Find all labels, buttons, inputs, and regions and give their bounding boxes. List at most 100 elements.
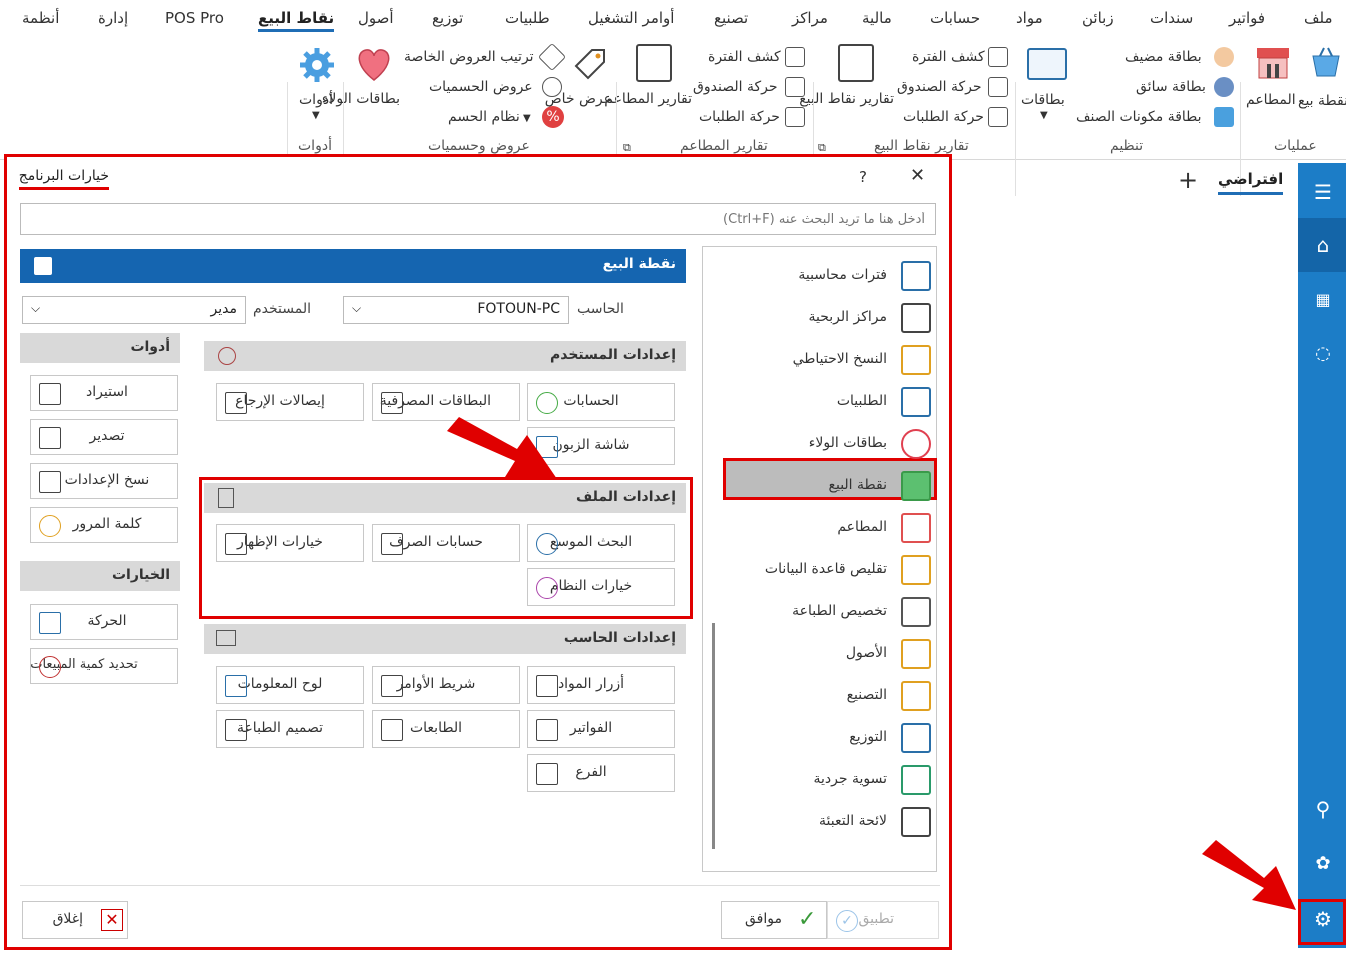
menu-file[interactable]: ملف	[1304, 9, 1333, 27]
category-item[interactable]: الطلبيات	[723, 385, 937, 419]
file-settings-title: إعدادات الملف	[575, 489, 676, 505]
user-select[interactable]: مدير ⌵	[22, 296, 246, 324]
lightbulb-icon[interactable]: ◌	[1311, 342, 1335, 366]
ribbon-tools[interactable]: أدوات	[299, 92, 333, 108]
category-item[interactable]: الأصول	[723, 637, 937, 671]
category-item[interactable]: فترات محاسبية	[723, 259, 937, 293]
menu-items[interactable]: مواد	[1016, 9, 1043, 27]
close-button[interactable]: إغلاق ✕	[22, 901, 128, 939]
ribbon-offers-order[interactable]: ترتيب العروض الخاصة	[404, 49, 534, 65]
home-icon[interactable]: ⌂	[1311, 233, 1335, 257]
ribbon-special-offer[interactable]: عرض خاص	[545, 90, 612, 108]
menu-systems[interactable]: أنظمة	[22, 9, 59, 27]
menu-vouchers[interactable]: سندات	[1150, 9, 1193, 27]
search-input[interactable]	[20, 203, 936, 235]
help-button[interactable]: ?	[859, 168, 867, 186]
calendar-icon[interactable]: ▦	[1311, 288, 1335, 312]
printers-button[interactable]: الطابعات	[372, 710, 520, 748]
category-item[interactable]: تقليص قاعدة البيانات	[723, 553, 937, 587]
ribbon-restaurants[interactable]: المطاعم	[1246, 92, 1296, 108]
menu-finance[interactable]: مالية	[862, 9, 892, 27]
database-shrink-icon	[901, 555, 931, 585]
ribbon-orders-movement[interactable]: حركة الطلبات	[903, 109, 984, 125]
ribbon-guest-card[interactable]: بطاقة مضيف	[1125, 49, 1202, 65]
command-bar-button[interactable]: شريط الأوامر	[372, 666, 520, 704]
computer-select[interactable]: FOTOUN-PC ⌵	[343, 296, 569, 324]
ribbon-period-statement-2[interactable]: كشف الفترة	[708, 49, 781, 65]
ribbon-orders-movement-2[interactable]: حركة الطلبات	[699, 109, 780, 125]
ribbon-discount-offers[interactable]: عروض الحسميات	[429, 79, 533, 95]
print-design-icon	[225, 719, 247, 741]
expand-icon[interactable]: ⧉	[623, 141, 631, 155]
tools-dropdown-icon[interactable]: ▼	[312, 110, 320, 121]
close-icon[interactable]: ✕	[910, 165, 925, 186]
movement-button[interactable]: الحركة	[30, 604, 178, 640]
category-item[interactable]: المطاعم	[723, 511, 937, 545]
category-item[interactable]: التصنيع	[723, 679, 937, 713]
menu-assets[interactable]: أصول	[358, 9, 394, 27]
category-item[interactable]: النسخ الاحتياطي	[723, 343, 937, 377]
return-receipts-button[interactable]: إيصالات الإرجاع	[216, 383, 364, 421]
ribbon-cash-movement[interactable]: حركة الصندوق	[897, 79, 982, 95]
add-tab-button[interactable]: +	[1178, 166, 1198, 194]
display-options-button[interactable]: خيارات الإظهار	[216, 524, 364, 562]
extended-search-button[interactable]: البحث الموسع	[527, 524, 675, 562]
cash-icon	[988, 77, 1008, 97]
scrollbar[interactable]	[712, 623, 715, 849]
export-button[interactable]: تصدير	[30, 419, 178, 455]
category-item[interactable]: تخصيص الطباعة	[723, 595, 937, 629]
category-item[interactable]: لائحة التعبئة	[723, 805, 937, 839]
ribbon-discount-system[interactable]: ▼ نظام الحسم	[448, 109, 531, 125]
menu-pos-pro[interactable]: POS Pro	[165, 9, 224, 27]
menu-centers[interactable]: مراكز	[792, 9, 828, 27]
heart-icon	[901, 429, 931, 459]
category-label: مراكز الربحية	[808, 309, 888, 325]
menu-manufacturing[interactable]: تصنيع	[714, 9, 748, 27]
tab-default[interactable]: افتراضي	[1218, 170, 1284, 195]
download-icon	[381, 675, 403, 697]
ribbon-cards[interactable]: بطاقات	[1021, 92, 1065, 108]
restaurant-icon	[1255, 46, 1291, 80]
menu-distribution[interactable]: توزيع	[432, 9, 463, 27]
category-item[interactable]: تسوية جردية	[723, 763, 937, 797]
ribbon-cash-movement-2[interactable]: حركة الصندوق	[693, 79, 778, 95]
copy-settings-button[interactable]: نسخ الإعدادات	[30, 463, 178, 499]
menu-orders[interactable]: طلبيات	[505, 9, 550, 27]
ribbon-loyalty-cards[interactable]: بطاقات الولاء	[322, 90, 400, 108]
menu-administration[interactable]: إدارة	[98, 9, 128, 27]
expand-icon[interactable]: ⧉	[818, 141, 826, 155]
pos-header-title: نقطة البيع	[602, 256, 676, 272]
print-design-button[interactable]: تصميم الطباعة	[216, 710, 364, 748]
ribbon-period-statement[interactable]: كشف الفترة	[912, 49, 985, 65]
puzzle-icon[interactable]: ✿	[1311, 852, 1335, 876]
settings-gear-icon[interactable]: ⚙	[1311, 907, 1335, 931]
ok-button[interactable]: موافق ✓	[721, 901, 827, 939]
ribbon-pos-point[interactable]: نقطة بيع	[1298, 92, 1346, 110]
item-buttons-button[interactable]: أزرار المواد	[527, 666, 675, 704]
ribbon-restaurant-reports[interactable]: تقارير المطاعم	[604, 90, 692, 108]
menu-invoices[interactable]: فواتير	[1229, 9, 1265, 27]
menu-customers[interactable]: زبائن	[1082, 9, 1114, 27]
category-item[interactable]: مراكز الربحية	[723, 301, 937, 335]
apply-button[interactable]: تطبيق ✓	[827, 901, 939, 939]
category-item[interactable]: بطاقات الولاء	[723, 427, 937, 461]
hamburger-icon[interactable]: ☰	[1311, 180, 1335, 204]
category-item[interactable]: التوزيع	[723, 721, 937, 755]
invoices-button[interactable]: الفواتير	[527, 710, 675, 748]
password-button[interactable]: كلمة المرور	[30, 507, 178, 543]
branch-button[interactable]: الفرع	[527, 754, 675, 792]
system-options-button[interactable]: خيارات النظام	[527, 568, 675, 606]
ribbon-pos-reports[interactable]: تقارير نقاط البيع	[799, 90, 894, 108]
ribbon-item-components-card[interactable]: بطاقة مكونات الصنف	[1076, 109, 1202, 125]
menu-accounts[interactable]: حسابات	[930, 9, 980, 27]
menu-pos[interactable]: نقاط البيع	[258, 9, 335, 32]
cards-dropdown-icon[interactable]: ▼	[1040, 110, 1048, 121]
menu-work-orders[interactable]: أوامر التشغيل	[588, 9, 674, 27]
import-button[interactable]: استيراد	[30, 375, 178, 411]
ribbon-driver-card[interactable]: بطاقة سائق	[1136, 79, 1206, 95]
sales-quantity-button[interactable]: تحديد كمية المبيعات	[30, 648, 178, 684]
category-item[interactable]: نقطة البيع	[723, 469, 937, 503]
info-panel-button[interactable]: لوح المعلومات	[216, 666, 364, 704]
search-icon[interactable]: ⚲	[1311, 797, 1335, 821]
exchange-accounts-button[interactable]: حسابات الصرف	[372, 524, 520, 562]
